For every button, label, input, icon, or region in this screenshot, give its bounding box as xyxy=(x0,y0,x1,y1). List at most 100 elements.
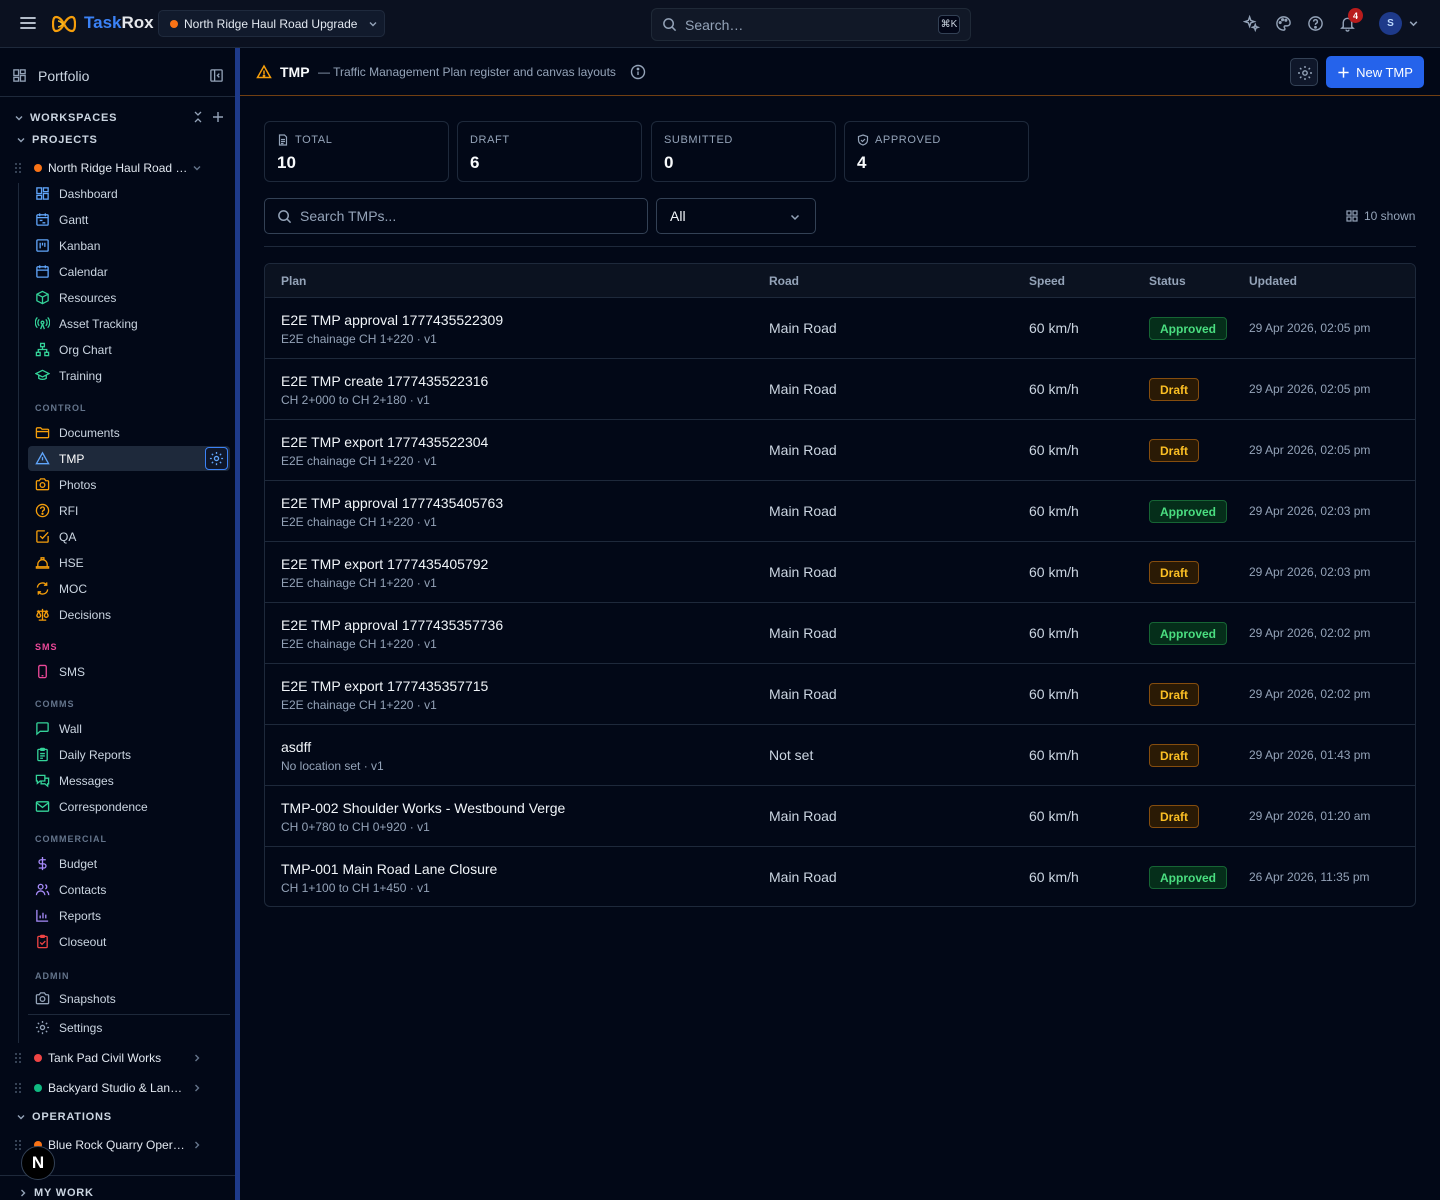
plan-name[interactable]: E2E TMP approval 1777435357736 xyxy=(281,617,503,633)
info-icon[interactable] xyxy=(630,64,646,80)
table-row[interactable]: asdff No location set · v1 Not set 60 km/h D… xyxy=(265,725,1415,786)
sidebar-item-closeout[interactable]: Closeout xyxy=(28,929,230,954)
sidebar-item-label: RFI xyxy=(59,504,79,518)
table-row[interactable]: E2E TMP approval 1777435357736 E2E chaina… xyxy=(265,603,1415,664)
sidebar-item-label: Documents xyxy=(59,426,120,440)
shield-check-icon xyxy=(857,134,869,146)
floating-action-button[interactable]: N xyxy=(21,1146,55,1180)
drag-handle-icon[interactable] xyxy=(14,1052,22,1064)
projects-section-toggle[interactable]: PROJECTS xyxy=(16,134,98,146)
project-color-dot xyxy=(34,1054,42,1062)
sparkles-icon[interactable] xyxy=(1243,15,1260,32)
table-row[interactable]: TMP-002 Shoulder Works - Westbound Verge… xyxy=(265,786,1415,847)
plan-name[interactable]: E2E TMP create 1777435522316 xyxy=(281,373,488,389)
sidebar-item-photos[interactable]: Photos xyxy=(28,472,230,497)
sidebar-item-settings[interactable]: Settings xyxy=(28,1015,230,1040)
palette-icon[interactable] xyxy=(1275,15,1292,32)
plan-name[interactable]: asdff xyxy=(281,739,311,755)
sidebar-item-reports[interactable]: Reports xyxy=(28,903,230,928)
page-settings-button[interactable] xyxy=(1290,58,1318,86)
page-title: TMP xyxy=(280,64,310,80)
road-cell: Main Road xyxy=(769,808,837,824)
help-icon[interactable] xyxy=(1307,15,1324,32)
sidebar-resize-handle[interactable] xyxy=(235,48,240,1200)
sidebar-item-kanban[interactable]: Kanban xyxy=(28,233,230,258)
sidebar-item-wall[interactable]: Wall xyxy=(28,716,230,741)
sidebar-item-dashboard[interactable]: Dashboard xyxy=(28,181,230,206)
sidebar-item-asset-tracking[interactable]: Asset Tracking xyxy=(28,311,230,336)
drag-handle-icon[interactable] xyxy=(14,1082,22,1094)
tmp-search-input[interactable]: Search TMPs... xyxy=(264,198,648,234)
sidebar-item-org-chart[interactable]: Org Chart xyxy=(28,337,230,362)
sidebar-project-tank-pad[interactable]: Tank Pad Civil Works xyxy=(0,1044,235,1072)
tmp-settings-gear-icon[interactable] xyxy=(205,447,228,470)
sidebar-item-tmp[interactable]: TMP xyxy=(28,446,230,471)
sidebar-item-calendar[interactable]: Calendar xyxy=(28,259,230,284)
sidebar-item-label: QA xyxy=(59,530,77,544)
gear-icon xyxy=(35,1020,50,1035)
column-header-updated[interactable]: Updated xyxy=(1249,274,1297,288)
status-badge: Draft xyxy=(1149,561,1200,584)
table-row[interactable]: TMP-001 Main Road Lane Closure CH 1+100 t… xyxy=(265,847,1415,906)
add-workspace-icon[interactable] xyxy=(212,111,224,123)
sidebar-item-contacts[interactable]: Contacts xyxy=(28,877,230,902)
column-header-speed[interactable]: Speed xyxy=(1029,274,1065,288)
bar-chart-icon xyxy=(35,908,50,923)
sidebar-project-north-ridge[interactable]: North Ridge Haul Road Upgrade xyxy=(0,154,235,182)
brand-name[interactable]: TaskRox xyxy=(84,13,154,33)
sidebar-item-training[interactable]: Training xyxy=(28,363,230,388)
portfolio-link[interactable]: Portfolio xyxy=(0,48,235,97)
global-search[interactable]: Search… ⌘K xyxy=(651,8,971,41)
table-row[interactable]: E2E TMP create 1777435522316 CH 2+000 to … xyxy=(265,359,1415,420)
plan-name[interactable]: E2E TMP export 1777435357715 xyxy=(281,678,488,694)
collapse-all-icon[interactable] xyxy=(192,111,204,123)
sidebar-item-rfi[interactable]: RFI xyxy=(28,498,230,523)
table-row[interactable]: E2E TMP export 1777435357715 E2E chainage… xyxy=(265,664,1415,725)
table-row[interactable]: E2E TMP approval 1777435405763 E2E chaina… xyxy=(265,481,1415,542)
project-switcher[interactable]: North Ridge Haul Road Upgrade xyxy=(158,10,385,37)
sidebar-item-decisions[interactable]: Decisions xyxy=(28,602,230,627)
collapse-sidebar-icon[interactable] xyxy=(209,68,224,83)
sidebar-item-qa[interactable]: QA xyxy=(28,524,230,549)
sidebar-item-sms[interactable]: SMS xyxy=(28,659,230,684)
workspaces-section-toggle[interactable]: WORKSPACES xyxy=(14,112,117,124)
column-header-status[interactable]: Status xyxy=(1149,274,1186,288)
sidebar-project-backyard-studio[interactable]: Backyard Studio & Landscaping xyxy=(0,1074,235,1102)
new-tmp-button[interactable]: New TMP xyxy=(1326,56,1424,88)
plan-name[interactable]: TMP-001 Main Road Lane Closure xyxy=(281,861,497,877)
sidebar-item-label: MOC xyxy=(59,582,87,596)
hard-hat-icon xyxy=(35,555,50,570)
plan-name[interactable]: E2E TMP export 1777435405792 xyxy=(281,556,488,572)
sidebar-item-daily-reports[interactable]: Daily Reports xyxy=(28,742,230,767)
table-row[interactable]: E2E TMP approval 1777435522309 E2E chaina… xyxy=(265,298,1415,359)
chevron-down-icon[interactable] xyxy=(1408,18,1419,29)
sidebar-item-snapshots[interactable]: Snapshots xyxy=(28,986,230,1011)
plan-name[interactable]: TMP-002 Shoulder Works - Westbound Verge xyxy=(281,800,565,816)
sidebar-item-resources[interactable]: Resources xyxy=(28,285,230,310)
tree-guide-line xyxy=(18,183,19,1043)
sidebar-item-hse[interactable]: HSE xyxy=(28,550,230,575)
column-header-road[interactable]: Road xyxy=(769,274,799,288)
drag-handle-icon[interactable] xyxy=(14,162,22,174)
drag-handle-icon[interactable] xyxy=(14,1139,22,1151)
my-work-section-toggle[interactable]: MY WORK xyxy=(18,1187,94,1199)
operations-section-toggle[interactable]: OPERATIONS xyxy=(16,1111,112,1123)
sidebar-item-label: Correspondence xyxy=(59,800,148,814)
sidebar-item-budget[interactable]: Budget xyxy=(28,851,230,876)
table-row[interactable]: E2E TMP export 1777435405792 E2E chainage… xyxy=(265,542,1415,603)
sidebar-item-gantt[interactable]: Gantt xyxy=(28,207,230,232)
status-filter-select[interactable]: All xyxy=(656,198,816,234)
sidebar-item-documents[interactable]: Documents xyxy=(28,420,230,445)
plan-name[interactable]: E2E TMP approval 1777435405763 xyxy=(281,495,503,511)
menu-icon[interactable] xyxy=(19,14,37,32)
status-badge: Draft xyxy=(1149,439,1200,462)
plan-location: CH 2+000 to CH 2+180 · v1 xyxy=(281,393,430,407)
plan-name[interactable]: E2E TMP approval 1777435522309 xyxy=(281,312,503,328)
user-avatar[interactable]: S xyxy=(1379,12,1402,35)
column-header-plan[interactable]: Plan xyxy=(281,274,306,288)
table-row[interactable]: E2E TMP export 1777435522304 E2E chainage… xyxy=(265,420,1415,481)
sidebar-item-correspondence[interactable]: Correspondence xyxy=(28,794,230,819)
sidebar-item-moc[interactable]: MOC xyxy=(28,576,230,601)
sidebar-item-messages[interactable]: Messages xyxy=(28,768,230,793)
plan-name[interactable]: E2E TMP export 1777435522304 xyxy=(281,434,488,450)
